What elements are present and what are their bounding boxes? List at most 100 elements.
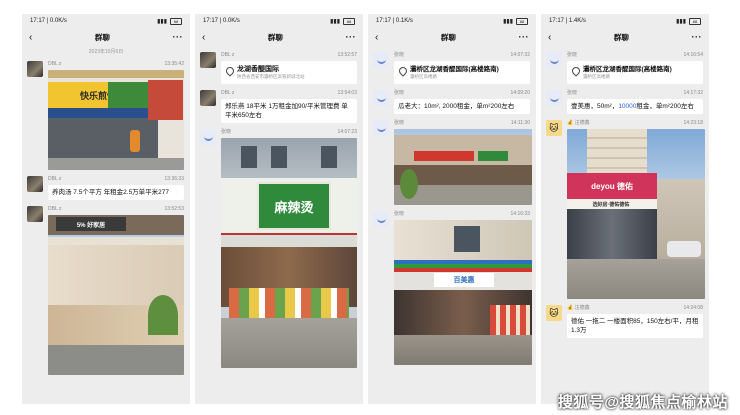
sender-name: DBL z [221,90,235,96]
awning [48,108,148,118]
message-time: 13:52:53 [164,206,184,212]
message-text[interactable]: 壹美惠，50m²，10000租金，单m²200左右 [567,99,703,114]
green-sign [108,82,148,108]
message-time: 14:16:54 [683,52,703,58]
avatar[interactable]: 🐱 [546,305,562,321]
street [48,345,184,375]
sidewalk [394,335,532,365]
message-text[interactable]: 瓜老大：10m², 2000租金，单m²200左右 [394,99,530,114]
avatar[interactable] [27,61,43,77]
avatar[interactable] [200,129,216,145]
window [241,146,257,168]
back-icon[interactable]: ‹ [548,32,551,43]
message-time: 13:35:42 [164,61,184,67]
message: 张晓 14:09:20 瓜老大：10m², 2000租金，单m²200左右 [368,90,536,114]
avatar[interactable] [373,90,389,106]
message-time: 14:11:30 [510,120,530,126]
avatar[interactable] [373,52,389,68]
red-stripe [394,268,532,272]
location-card[interactable]: 灞桥区龙湖香醍国际(高楼路南) 灞桥区高楼路 [394,61,530,84]
location-pin-icon [224,65,236,77]
chat-title: 群聊 [440,32,456,42]
status-time: 17:17 | 1.4K/s [549,18,586,24]
sender-name: 💰 汪德鑫 [567,120,590,126]
back-icon[interactable]: ‹ [375,32,378,43]
message-photo[interactable]: 百美惠 [394,220,532,365]
message: DBL z 13:36:33 养肉汤 7.5个平方 年租金2.5万单平米277 [22,176,190,200]
storefront [567,209,657,259]
window [321,146,337,168]
message: DBL z 13:35:42 快乐煎饼 [22,61,190,170]
awning [48,237,184,245]
more-icon[interactable]: ··· [519,32,530,42]
avatar[interactable] [27,206,43,222]
message: DBL z 13:52:57 龙湖香醍国际 陕西省西安市灞桥区高铁新城北站 [195,52,363,84]
avatar[interactable]: 🐱 [546,120,562,136]
message-text[interactable]: 养肉汤 7.5个平方 年租金2.5万单平米277 [48,185,184,200]
message-text[interactable]: 郑乐燕 18平米 1万租金加90/平米管理费 单平米650左右 [221,99,357,123]
avatar[interactable] [27,176,43,192]
person [130,130,140,152]
avatar[interactable] [373,211,389,227]
message-photo[interactable]: 5% 好家居 [48,215,184,375]
phone-screenshot-4: 17:17 | 1.4K/s ▮▮▮ 88 ‹ 群聊 ··· 张晓 14:16:54… [541,14,709,404]
message-photo[interactable]: 麻辣烫 [221,138,357,368]
shop-sign: 百美惠 [434,273,494,287]
phone-screenshot-3: 17:17 | 0.1K/s ▮▮▮ 88 ‹ 群聊 ··· 张晓 14:07:32… [368,14,536,404]
message-photo[interactable] [394,129,532,205]
message-time: 14:07:23 [337,129,357,135]
message-photo[interactable]: 快乐煎饼 [48,70,184,170]
sender-name: DBL z [48,61,62,67]
location-card[interactable]: 龙湖香醍国际 陕西省西安市灞桥区高铁新城北站 [221,61,357,84]
message: 张晓 14:07:23 麻辣烫 [195,129,363,368]
chat-title: 群聊 [613,32,629,42]
chat-title: 群聊 [267,32,283,42]
message: DBL z 13:54:03 郑乐燕 18平米 1万租金加90/平米管理费 单平米… [195,90,363,123]
avatar[interactable] [546,52,562,68]
sender-name: 张晓 [567,90,578,96]
sidewalk [567,259,705,299]
more-icon[interactable]: ··· [346,32,357,42]
battery-icon: 88 [343,17,355,25]
status-time: 17:17 | 0.0K/s [30,18,67,24]
message-time: 14:17:32 [683,90,703,96]
location-title: 灞桥区龙湖香醍国际(高楼路南) [583,66,672,73]
back-icon[interactable]: ‹ [29,32,32,43]
avatar[interactable] [200,90,216,106]
sender-name: 张晓 [221,129,232,135]
avatar[interactable] [200,52,216,68]
status-time: 17:17 | 0.0K/s [203,18,240,24]
avatar[interactable] [546,90,562,106]
signal-icon: ▮▮▮ [157,18,167,25]
chat-header: ‹ 群聊 ··· [541,28,709,46]
red-sign [148,80,183,120]
message-time: 13:36:33 [164,176,184,182]
battery-icon: 88 [170,17,182,25]
message: 张晓 14:16:54 灞桥区龙湖香醍国际(高楼路南) 灞桥区高楼路 [541,52,709,84]
message-photo[interactable]: deyou 德佑 选好房·德佑德佑 [567,129,705,299]
sender-name: 张晓 [394,120,405,126]
location-pin-icon [570,65,582,77]
sender-name: DBL z [48,176,62,182]
shop-sign: 麻辣烫 [257,182,331,230]
car [667,241,701,257]
back-icon[interactable]: ‹ [202,32,205,43]
sidewalk [48,158,184,170]
message-text[interactable]: 德佑 一拖二 一楼面积85，150左右/平，月租1.3万 [567,314,703,338]
date-divider: 2023年10月6日 [88,49,124,55]
sender-name: 张晓 [567,52,578,58]
more-icon[interactable]: ··· [692,32,703,42]
phone-screenshot-2: 17:17 | 0.0K/s ▮▮▮ 88 ‹ 群聊 ··· DBL z 13:52… [195,14,363,404]
message-time: 13:52:57 [337,52,357,58]
message: 张晓 14:07:32 灞桥区龙湖香醍国际(高楼路南) 灞桥区高楼路 [368,52,536,84]
location-card[interactable]: 灞桥区龙湖香醍国际(高楼路南) 灞桥区高楼路 [567,61,703,84]
window [271,146,287,168]
message: 张晓 14:16:33 百美惠 [368,211,536,365]
drink-cooler [490,305,530,335]
avatar[interactable] [373,120,389,136]
window [454,226,480,252]
sender-name: 张晓 [394,211,405,217]
more-icon[interactable]: ··· [173,32,184,42]
highlighted-number[interactable]: 10000 [618,103,636,110]
location-subtitle: 灞桥区高楼路 [410,74,437,79]
